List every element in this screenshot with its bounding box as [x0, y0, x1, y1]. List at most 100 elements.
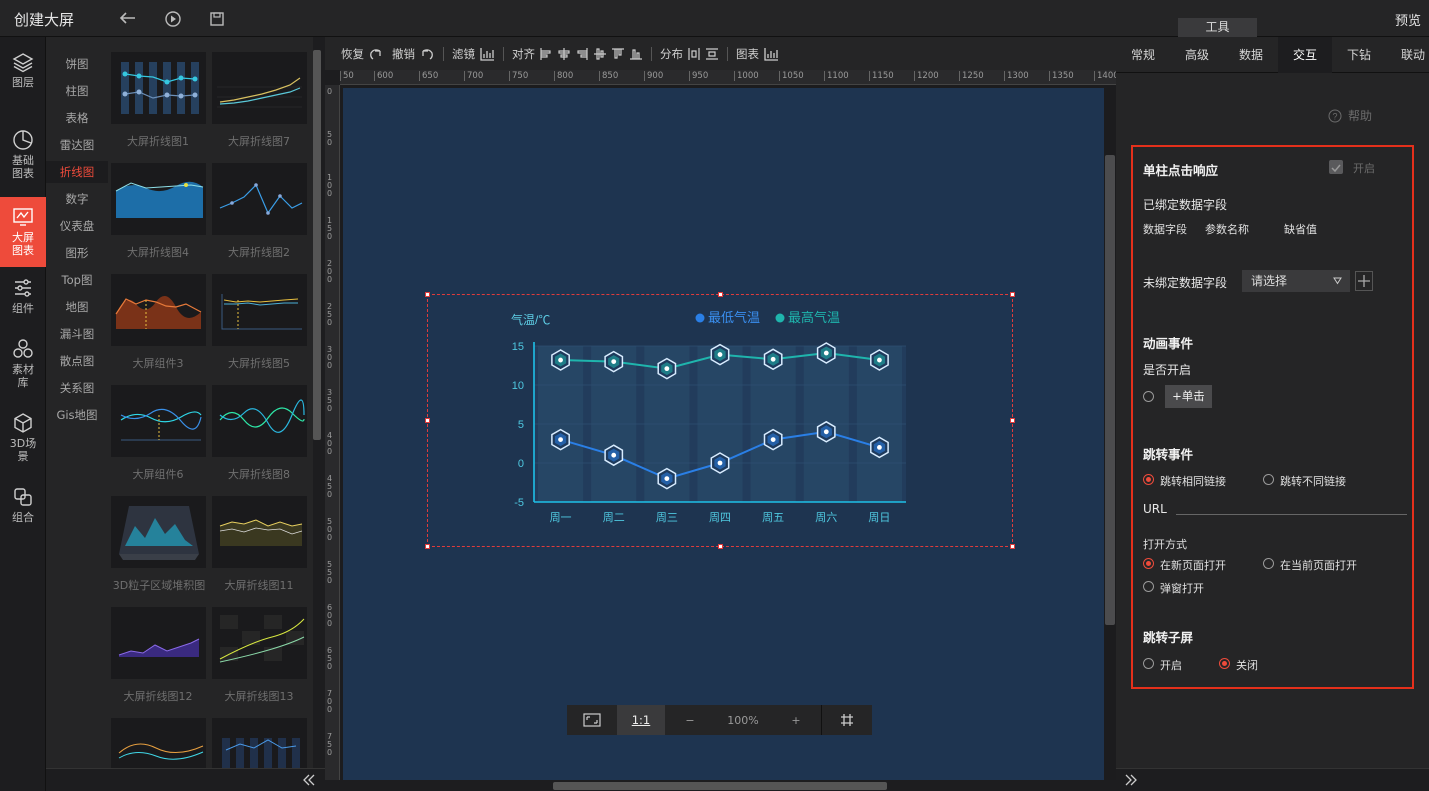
category-item[interactable]: Top图 [46, 269, 108, 291]
sub-off-radio[interactable] [1219, 658, 1230, 669]
open-popup-radio[interactable] [1143, 581, 1154, 592]
collapse-right-icon[interactable] [1124, 773, 1138, 787]
category-item[interactable]: 雷达图 [46, 134, 108, 156]
category-item[interactable]: 散点图 [46, 350, 108, 372]
y-tick-label: 5 [518, 419, 524, 431]
point-dot [770, 437, 776, 442]
gallery-thumb[interactable] [111, 274, 206, 346]
nav-label: 组件 [12, 302, 34, 315]
category-item[interactable]: 表格 [46, 107, 108, 129]
distribute-v-icon [706, 47, 718, 60]
category-item[interactable]: 饼图 [46, 53, 108, 75]
field-select[interactable]: 请选择 [1242, 270, 1350, 292]
open-mode-label: 打开方式 [1143, 538, 1187, 551]
tab-linkage[interactable]: 联动 [1386, 37, 1429, 73]
category-item[interactable]: 数字 [46, 188, 108, 210]
category-item[interactable]: 漏斗图 [46, 323, 108, 345]
ruler-left-label: 450 [327, 474, 333, 499]
point-dot [823, 429, 829, 435]
save-icon[interactable] [207, 9, 227, 29]
single-click-checkbox[interactable] [1329, 160, 1343, 174]
jump-same-radio[interactable] [1143, 474, 1154, 485]
filter-button[interactable]: 滤镜 [452, 46, 495, 62]
x-tick-label: 周日 [868, 511, 890, 524]
category-item[interactable]: 仪表盘 [46, 215, 108, 237]
canvas-hscrollbar[interactable] [553, 782, 887, 790]
tab-interaction[interactable]: 交互 [1278, 37, 1332, 73]
anim-enable-radio[interactable] [1143, 391, 1154, 402]
canvas-vscrollbar[interactable] [1105, 155, 1115, 625]
zoom-in-button[interactable]: + [771, 705, 821, 735]
bound-fields-title: 已绑定数据字段 [1143, 198, 1228, 212]
category-item[interactable]: 地图 [46, 296, 108, 318]
add-field-button[interactable] [1355, 271, 1373, 291]
nav-item-components[interactable]: 组件 [0, 277, 46, 321]
gallery-thumb[interactable] [111, 385, 206, 457]
tab-drilldown[interactable]: 下钻 [1332, 37, 1386, 73]
help-icon: ? [1328, 109, 1342, 122]
undo-icon[interactable] [118, 9, 138, 29]
tab-advanced[interactable]: 高级 [1170, 37, 1224, 73]
open-new-radio[interactable] [1143, 558, 1154, 569]
actual-size-button[interactable]: 1:1 [617, 705, 665, 735]
gallery-thumb[interactable] [111, 496, 206, 568]
panel-footer [1116, 768, 1429, 791]
gallery-thumb[interactable] [111, 52, 206, 124]
gallery-thumb[interactable] [111, 607, 206, 679]
open-popup-label: 弹窗打开 [1160, 582, 1204, 595]
gallery-thumb[interactable] [212, 163, 307, 235]
redo-button[interactable]: 恢复 [341, 46, 384, 62]
nav-item-basic-chart[interactable]: 基础图表 [0, 129, 46, 185]
category-item[interactable]: 关系图 [46, 377, 108, 399]
gallery-thumb[interactable] [212, 496, 307, 568]
gallery-thumb[interactable] [212, 385, 307, 457]
gallery-thumb[interactable] [111, 718, 206, 768]
play-icon[interactable] [163, 9, 183, 29]
jump-diff-radio[interactable] [1263, 474, 1274, 485]
gallery-thumb[interactable] [212, 718, 307, 768]
gallery-thumb[interactable] [212, 52, 307, 124]
jump-sub-title: 跳转子屏 [1143, 630, 1194, 645]
url-input[interactable] [1176, 514, 1407, 515]
gallery-thumb[interactable] [212, 607, 307, 679]
nav-label: 3D场景 [9, 437, 37, 463]
collapse-left-icon[interactable] [302, 773, 316, 787]
tab-data[interactable]: 数据 [1224, 37, 1278, 73]
category-item[interactable]: 图形 [46, 242, 108, 264]
ruler-top-label: 750 [509, 71, 528, 81]
preview-button[interactable]: 预览 [1395, 10, 1421, 29]
undo-button[interactable]: 撤销 [392, 46, 435, 62]
zoom-out-button[interactable]: − [665, 705, 715, 735]
grid-toggle-button[interactable] [821, 705, 872, 735]
ruler-top-label: 1100 [824, 71, 849, 81]
ruler-left-label: 650 [327, 646, 333, 671]
help-link[interactable]: ? 帮助 [1328, 107, 1372, 124]
nav-item-screen-chart[interactable]: 大屏图表 [0, 197, 46, 267]
nav-item-3d[interactable]: 3D场景 [0, 412, 46, 468]
x-tick-label: 周一 [550, 511, 572, 524]
ruler-top-label: 50 [340, 71, 354, 81]
category-item[interactable]: Gis地图 [46, 404, 108, 426]
nav-item-material[interactable]: 素材库 [0, 338, 46, 396]
selected-chart-widget[interactable]: 气温/℃ 最低气温 最高气温 15 10 5 0 -5 周一 周二 周三 周四 周五 周六 周日 [425, 292, 1015, 549]
gallery-scrollbar[interactable] [313, 50, 321, 440]
cube-icon [14, 413, 32, 433]
nav-item-layers[interactable]: 图层 [0, 51, 46, 99]
add-click-button[interactable]: +单击 [1165, 385, 1212, 408]
align-button[interactable]: 对齐 [512, 46, 643, 62]
tab-general[interactable]: 常规 [1116, 37, 1170, 73]
category-item[interactable]: 柱图 [46, 80, 108, 102]
chart-button[interactable]: 图表 [736, 46, 779, 62]
fullscreen-button[interactable] [567, 705, 617, 735]
point-dot [770, 356, 776, 362]
ruler-left-label: 250 [327, 302, 333, 327]
sub-on-radio[interactable] [1143, 658, 1154, 669]
distribute-button[interactable]: 分布 [660, 46, 719, 62]
gallery-thumb[interactable] [111, 163, 206, 235]
align-middle-icon [594, 47, 606, 60]
gallery-thumb[interactable] [212, 274, 307, 346]
nav-item-combine[interactable]: 组合 [0, 486, 46, 530]
editor-toolbar: 恢复 撤销 滤镜 对齐 分布 图表 [325, 37, 1116, 70]
category-item-active[interactable]: 折线图 [46, 161, 108, 183]
open-current-radio[interactable] [1263, 558, 1274, 569]
